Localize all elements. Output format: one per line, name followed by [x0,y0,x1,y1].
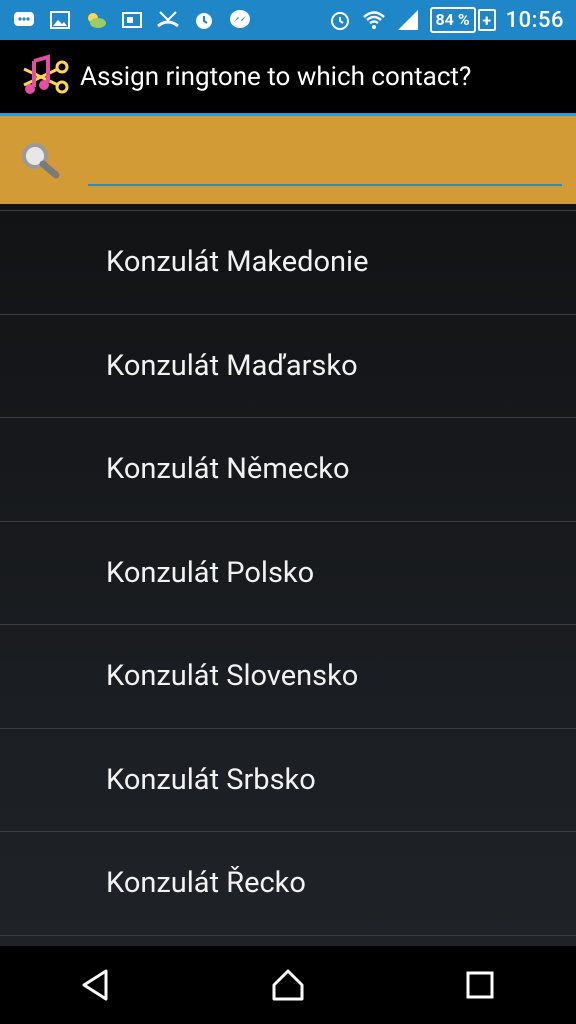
contact-name: Konzulát Německo [106,452,350,487]
home-button[interactable] [248,955,328,1015]
missed-call-icon [156,8,180,32]
search-icon [18,140,62,180]
weather-icon [84,8,108,32]
contact-name: Konzulát Řecko [106,866,306,901]
search-input[interactable] [88,128,562,186]
contact-name: Konzulát Polsko [106,555,315,590]
contact-name: Konzulát Slovensko [106,659,359,694]
list-item[interactable]: Konzulát Srbsko [0,729,576,832]
home-icon [272,969,304,1001]
list-item[interactable]: Konzulát Maďarsko [0,315,576,418]
list-item[interactable]: Konzulát Polsko [0,522,576,625]
recents-icon [466,971,494,999]
list-item[interactable]: Konzulát Řecko [0,832,576,936]
signal-icon [396,8,420,32]
list-divider [0,204,576,211]
contact-name: Konzulát Makedonie [106,245,369,280]
charging-icon: + [477,9,496,31]
list-item[interactable]: Konzulát Makedonie [0,211,576,315]
system-icons: 84 % + 10:56 [328,6,565,34]
back-icon [82,969,108,1001]
battery-icon: 84 % + [429,7,496,33]
alarm-app-icon [192,8,216,32]
clock: 10:56 [505,7,564,33]
ringtone-app-icon [18,49,74,105]
navigation-bar [0,946,576,1024]
list-item[interactable]: Konzulát Slovensko [0,625,576,729]
contact-name: Konzulát Maďarsko [106,348,358,383]
title-bar: Assign ringtone to which contact? [0,40,576,116]
back-button[interactable] [56,955,136,1015]
chat-bubble-icon [12,8,36,32]
notification-icons [12,6,252,34]
image-icon [48,8,72,32]
alarm-icon [328,8,352,32]
contact-list[interactable]: Konzulát Makedonie Konzulát Maďarsko Kon… [0,204,576,946]
contact-name: Konzulát Srbsko [106,762,316,797]
list-item[interactable]: Konzulát Německo [0,418,576,522]
battery-level: 84 % [429,7,476,33]
status-bar: 84 % + 10:56 [0,0,576,40]
wifi-icon [362,8,386,32]
recents-button[interactable] [440,955,520,1015]
messenger-icon [228,8,252,32]
page-title: Assign ringtone to which contact? [80,61,472,92]
sim-icon [120,8,144,32]
